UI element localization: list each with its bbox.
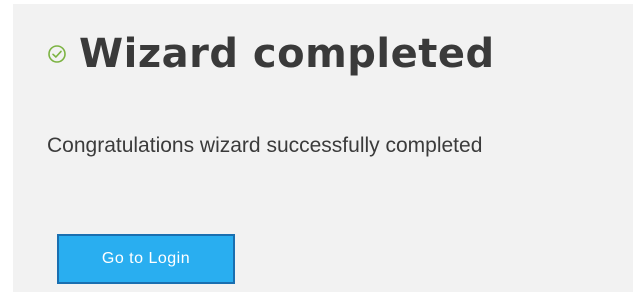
success-message: Congratulations wizard successfully comp… [47,134,483,157]
check-circle-icon [47,44,67,64]
go-to-login-button[interactable]: Go to Login [57,234,235,284]
page-title: Wizard completed [47,26,495,82]
page-title-text: Wizard completed [79,31,495,77]
wizard-completed-panel: Wizard completed Congratulations wizard … [13,4,633,292]
